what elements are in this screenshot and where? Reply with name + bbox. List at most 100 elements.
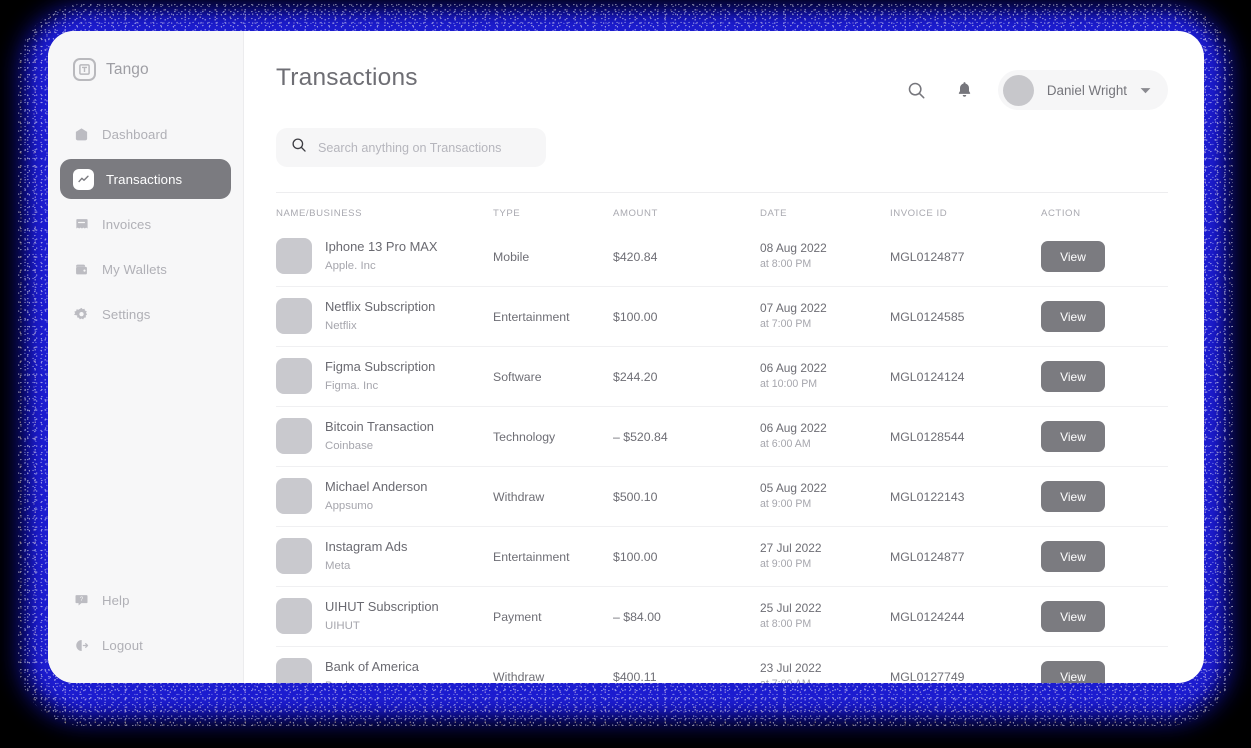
cell-date: 06 Aug 2022 at 6:00 AM [760, 420, 890, 453]
cell-invoice-id: MGL0124877 [890, 549, 965, 564]
cell-type: Withdraw [493, 669, 545, 684]
row-time: at 9:00 PM [760, 498, 812, 511]
chart-icon [73, 168, 94, 190]
row-name: Netflix Subscription [325, 299, 436, 315]
table-row: Netflix Subscription Netflix Entertainment… [276, 287, 1168, 347]
view-button[interactable]: View [1041, 481, 1105, 512]
sidebar-item-transactions[interactable]: Transactions [60, 159, 231, 199]
row-time: at 6:00 AM [760, 438, 811, 451]
bell-icon[interactable] [950, 75, 980, 105]
row-time: at 10:00 PM [760, 378, 818, 391]
tango-logo-icon [73, 58, 96, 81]
row-business: Appsumo [325, 500, 374, 513]
row-date: 06 Aug 2022 [760, 361, 827, 376]
screen-backdrop: Tango Dashboard Transactions Invoices My… [0, 0, 1251, 748]
view-button[interactable]: View [1041, 361, 1105, 392]
row-thumbnail [276, 658, 312, 683]
cell-action: View [1041, 301, 1168, 332]
cell-date: 27 Jul 2022 at 9:00 PM [760, 540, 890, 573]
user-menu[interactable]: Daniel Wright [997, 70, 1168, 110]
cell-action: View [1041, 481, 1168, 512]
search-box[interactable] [276, 128, 546, 167]
table-row: UIHUT Subscription UIHUT Payment – $84.00 25… [276, 587, 1168, 647]
row-name: Figma Subscription [325, 359, 436, 375]
search-input[interactable] [318, 140, 531, 155]
cell-amount: $100.00 [613, 549, 658, 564]
sidebar-item-settings[interactable]: Settings [60, 294, 231, 334]
cell-date: 23 Jul 2022at 7:00 AM [760, 660, 890, 683]
row-business: Figma. Inc [325, 380, 379, 393]
view-button[interactable]: View [1041, 541, 1105, 572]
cell-amount: $100.00 [613, 309, 658, 324]
view-button[interactable]: View [1041, 301, 1105, 332]
cell-date: 05 Aug 2022 at 9:00 PM [760, 480, 890, 513]
view-button[interactable]: View [1041, 241, 1105, 272]
view-button[interactable]: View [1041, 421, 1105, 452]
sidebar-item-help[interactable]: ? Help [60, 580, 231, 620]
cell-amount: $244.20 [613, 369, 658, 384]
topbar: Transactions Daniel Wright [276, 31, 1204, 110]
cell-date: 06 Aug 2022 at 10:00 PM [760, 360, 890, 393]
row-thumbnail [276, 598, 312, 635]
row-name: Instagram Ads [325, 539, 408, 555]
table-row: Iphone 13 Pro MAX Apple. Inc Mobile $420.84… [276, 227, 1168, 287]
sidebar-item-label: Invoices [102, 216, 152, 232]
cell-date: 08 Aug 2022 at 8:00 PM [760, 240, 890, 273]
row-time: at 8:00 PM [760, 618, 812, 631]
sidebar-item-my-wallets[interactable]: My Wallets [60, 249, 231, 289]
gear-icon [73, 306, 90, 323]
cell-name-business: Michael Anderson Appsumo [276, 478, 493, 515]
cell-invoice-id: MGL0124877 [890, 249, 965, 264]
cell-type: Software [493, 369, 542, 384]
sidebar-item-logout[interactable]: Logout [60, 625, 231, 665]
cell-action: View [1041, 601, 1168, 632]
row-business: Apple. Inc [325, 260, 376, 273]
cell-invoice-id: MGL0122143 [890, 489, 965, 504]
home-icon [73, 126, 90, 143]
search-icon[interactable] [902, 75, 932, 105]
row-business: Bank [325, 680, 351, 683]
row-business: UIHUT [325, 620, 360, 633]
sidebar-item-label: My Wallets [102, 261, 167, 277]
row-name: Bank of America [325, 659, 419, 675]
view-button[interactable]: View [1041, 661, 1105, 683]
cell-invoice-id: MGL0124244 [890, 609, 965, 624]
sidebar-nav: Dashboard Transactions Invoices My Walle… [48, 114, 243, 334]
row-time: at 7:00 PM [760, 318, 812, 331]
view-button[interactable]: View [1041, 601, 1105, 632]
row-name: Bitcoin Transaction [325, 419, 434, 435]
main-content: Transactions Daniel Wright Search anythi… [244, 31, 1204, 683]
cell-name-business: Iphone 13 Pro MAX Apple. Inc [276, 238, 493, 275]
column-header-type: TYPE [493, 207, 521, 219]
column-header-amount: AMOUNT [613, 207, 658, 219]
sidebar-item-label: Dashboard [102, 126, 168, 142]
row-time: at 9:00 PM [760, 558, 812, 571]
table-row: Bitcoin Transaction Coinbase Technology – $… [276, 407, 1168, 467]
table-row: Michael Anderson Appsumo Withdraw $500.10 05… [276, 467, 1168, 527]
cell-action: View [1041, 361, 1168, 392]
cell-amount: – $84.00 [613, 609, 661, 624]
cell-name-business: Figma Subscription Figma. Inc [276, 358, 493, 395]
row-date: 27 Jul 2022 [760, 541, 822, 556]
sidebar-item-invoices[interactable]: Invoices [60, 204, 231, 244]
cell-amount: $400.11 [613, 669, 657, 684]
row-thumbnail [276, 418, 312, 455]
brand[interactable]: Tango [48, 31, 243, 81]
sidebar-item-label: Transactions [106, 171, 183, 187]
row-thumbnail [276, 478, 312, 515]
cell-amount: $500.10 [613, 489, 658, 504]
row-date: 25 Jul 2022 [760, 601, 822, 616]
sidebar: Tango Dashboard Transactions Invoices My… [48, 31, 244, 683]
sidebar-item-label: Logout [102, 637, 143, 653]
row-thumbnail [276, 238, 312, 275]
row-date: 07 Aug 2022 [760, 301, 827, 316]
row-thumbnail [276, 298, 312, 335]
row-date: 23 Jul 2022 [760, 661, 822, 676]
table-row: Figma Subscription Figma. Inc Software $244… [276, 347, 1168, 407]
sidebar-item-dashboard[interactable]: Dashboard [60, 114, 231, 154]
row-date: 05 Aug 2022 [760, 481, 827, 496]
cell-name-business: Bank of America Bank [276, 658, 493, 683]
column-header-invoice-id: INVOICE ID [890, 207, 948, 219]
table-header-row: NAME/BUSINESS TYPE AMOUNT DATE INVOICE I… [276, 193, 1168, 227]
cell-type: Entertainment [493, 549, 570, 564]
